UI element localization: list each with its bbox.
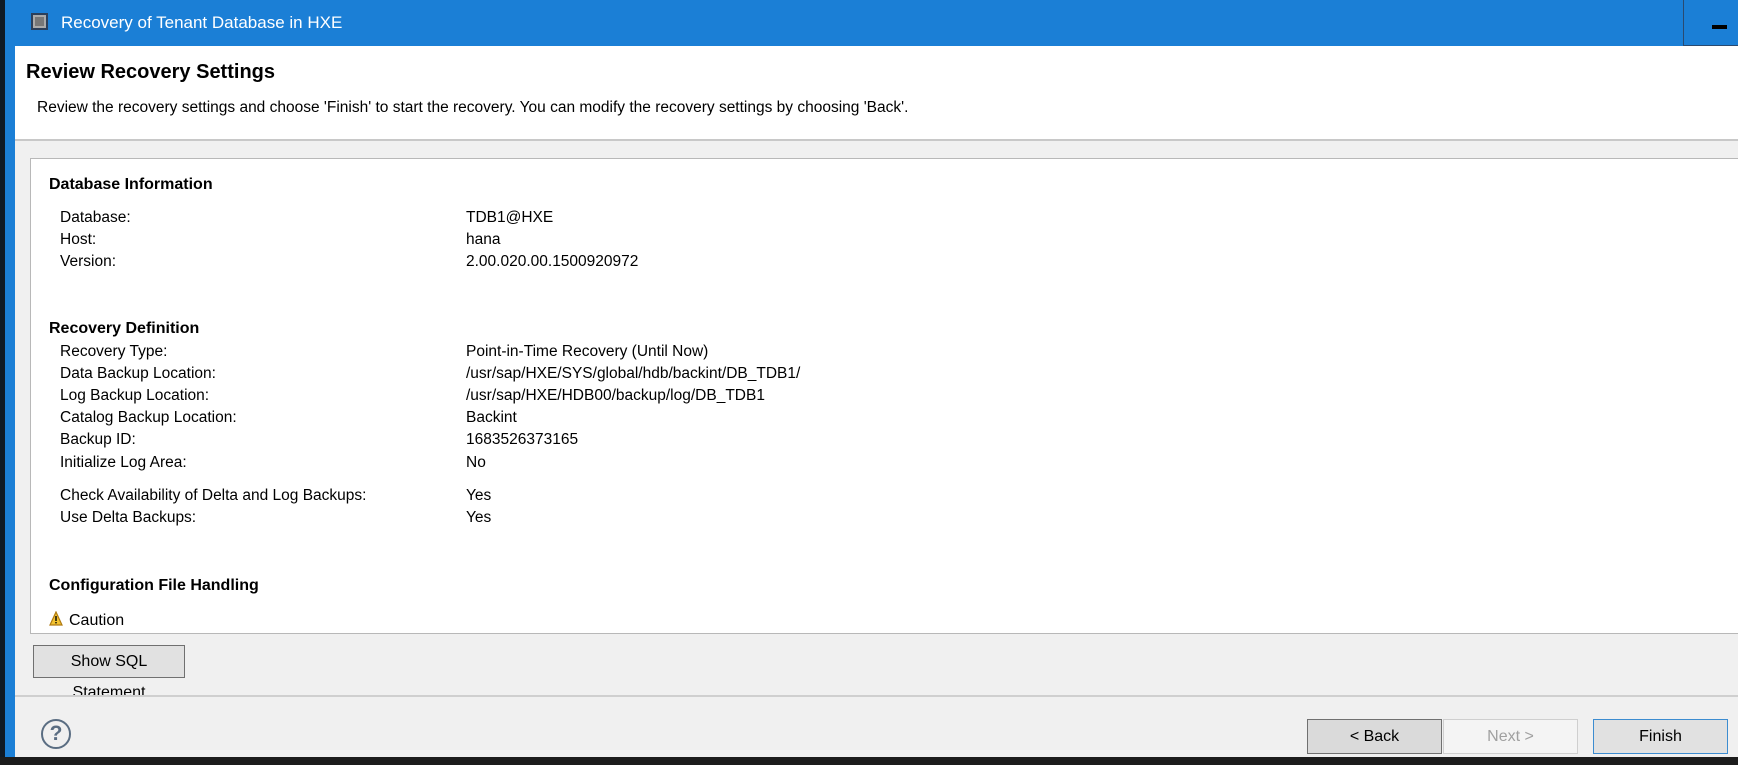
recovery-dialog: Recovery of Tenant Database in HXE Revie… (5, 0, 1738, 757)
value-data-backup-location: /usr/sap/HXE/SYS/global/hdb/backint/DB_T… (466, 365, 801, 382)
label-host: Host: (60, 231, 97, 248)
label-recovery-type: Recovery Type: (60, 343, 168, 360)
app-icon (31, 13, 48, 30)
value-catalog-backup-location: Backint (466, 409, 517, 426)
window-title: Recovery of Tenant Database in HXE (61, 13, 343, 32)
back-button[interactable]: < Back (1307, 719, 1442, 754)
label-catalog-backup-location: Catalog Backup Location: (60, 409, 237, 426)
taskbar-edge (0, 757, 1738, 765)
section-database-information: Database Information (49, 176, 213, 193)
finish-button[interactable]: Finish (1593, 719, 1728, 754)
wizard-header: Review Recovery Settings Review the reco… (15, 46, 1738, 141)
caution-label: Caution (69, 612, 125, 629)
label-use-delta-backups: Use Delta Backups: (60, 509, 197, 526)
minimize-icon (1712, 25, 1727, 29)
value-use-delta-backups: Yes (466, 509, 492, 526)
dialog-body: Review Recovery Settings Review the reco… (15, 46, 1738, 757)
value-recovery-type: Point-in-Time Recovery (Until Now) (466, 343, 709, 360)
help-icon[interactable]: ? (41, 719, 71, 749)
label-backup-id: Backup ID: (60, 431, 136, 448)
footer-divider (15, 695, 1738, 697)
title-bar: Recovery of Tenant Database in HXE (5, 0, 1738, 46)
value-initialize-log-area: No (466, 454, 486, 471)
minimize-button[interactable] (1683, 0, 1738, 46)
value-host: hana (466, 231, 501, 248)
caution-message: Caution (49, 610, 125, 630)
label-initialize-log-area: Initialize Log Area: (60, 454, 187, 471)
page-title: Review Recovery Settings (26, 61, 275, 83)
label-log-backup-location: Log Backup Location: (60, 387, 210, 404)
value-log-backup-location: /usr/sap/HXE/HDB00/backup/log/DB_TDB1 (466, 387, 765, 404)
section-configuration-file-handling: Configuration File Handling (49, 577, 259, 594)
next-button-disabled[interactable]: Next > (1443, 719, 1578, 754)
value-backup-id: 1683526373165 (466, 431, 579, 448)
page-description: Review the recovery settings and choose … (37, 99, 909, 116)
value-version: 2.00.020.00.1500920972 (466, 253, 639, 270)
label-database: Database: (60, 209, 131, 226)
value-check-availability: Yes (466, 487, 492, 504)
label-version: Version: (60, 253, 117, 270)
warning-icon (49, 610, 63, 626)
show-sql-statement-button[interactable]: Show SQL Statement (33, 645, 185, 701)
value-database: TDB1@HXE (466, 209, 554, 226)
settings-summary: Database Information Database: TDB1@HXE … (30, 158, 1738, 634)
section-recovery-definition: Recovery Definition (49, 320, 200, 337)
label-data-backup-location: Data Backup Location: (60, 365, 216, 382)
label-check-availability: Check Availability of Delta and Log Back… (60, 487, 367, 504)
